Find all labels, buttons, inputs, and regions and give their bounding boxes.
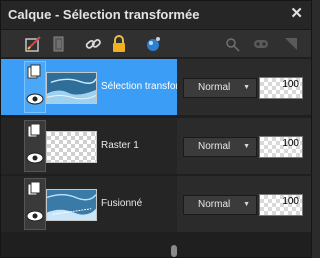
vector-tool-icon[interactable] (223, 34, 243, 54)
palette-title: Calque - Sélection transformée (8, 7, 200, 22)
mask-view-icon[interactable] (251, 34, 271, 54)
close-icon[interactable]: ✕ (290, 5, 303, 23)
eye-icon[interactable] (26, 152, 44, 164)
layer-group-icon[interactable] (49, 34, 69, 54)
layer-name: Fusionné (101, 198, 143, 209)
layer-row[interactable]: Raster 1 Normal ▼ 100 (1, 118, 311, 174)
layer-name: Raster 1 (101, 140, 139, 151)
corner-icon[interactable] (281, 34, 301, 54)
opacity-value: 100 (282, 196, 299, 207)
opacity-value: 100 (282, 79, 299, 90)
blend-mode-value: Normal (198, 199, 231, 210)
layers-palette: Calque - Sélection transformée ✕ Sélecti… (0, 0, 312, 258)
title-bar[interactable]: Calque - Sélection transformée ✕ (1, 1, 311, 30)
blend-mode-select[interactable]: Normal ▼ (183, 195, 257, 215)
blue-texture-icon (46, 189, 97, 221)
blend-mode-select[interactable]: Normal ▼ (183, 137, 257, 157)
layer-page-icon (27, 64, 41, 79)
blend-mode-select[interactable]: Normal ▼ (183, 78, 257, 98)
lock-icon[interactable] (109, 34, 129, 54)
dropdown-arrow-icon: ▼ (243, 84, 250, 91)
layer-row[interactable]: Sélection transformée Normal ▼ 100 (1, 59, 311, 115)
blend-mode-value: Normal (198, 141, 231, 152)
layer-row[interactable]: Fusionné Normal ▼ 100 (1, 176, 311, 232)
layer-page-icon (27, 181, 41, 196)
layer-strip[interactable]: Raster 1 (1, 118, 177, 174)
opacity-field[interactable]: 100 (259, 136, 303, 158)
eye-icon[interactable] (26, 210, 44, 222)
blend-mode-value: Normal (198, 82, 231, 93)
layer-name: Sélection transformée (101, 81, 177, 92)
eye-icon[interactable] (26, 93, 44, 105)
transparent-icon (46, 131, 97, 163)
dropdown-arrow-icon: ▼ (243, 143, 250, 150)
layer-page-icon (27, 123, 41, 138)
blue-texture-icon (46, 72, 97, 104)
link-icon[interactable] (83, 34, 103, 54)
layers-list: Sélection transformée Normal ▼ 100 Raster… (1, 57, 311, 257)
dropdown-arrow-icon: ▼ (243, 201, 250, 208)
opacity-value: 100 (282, 138, 299, 149)
opacity-field[interactable]: 100 (259, 77, 303, 99)
layer-toolbar (1, 30, 311, 58)
scrollbar-thumb[interactable] (171, 245, 177, 257)
layer-strip[interactable]: Sélection transformée (1, 59, 177, 115)
edit-layer-icon[interactable] (23, 34, 43, 54)
opacity-field[interactable]: 100 (259, 194, 303, 216)
mask-icon[interactable] (143, 34, 163, 54)
layer-strip[interactable]: Fusionné (1, 176, 177, 232)
